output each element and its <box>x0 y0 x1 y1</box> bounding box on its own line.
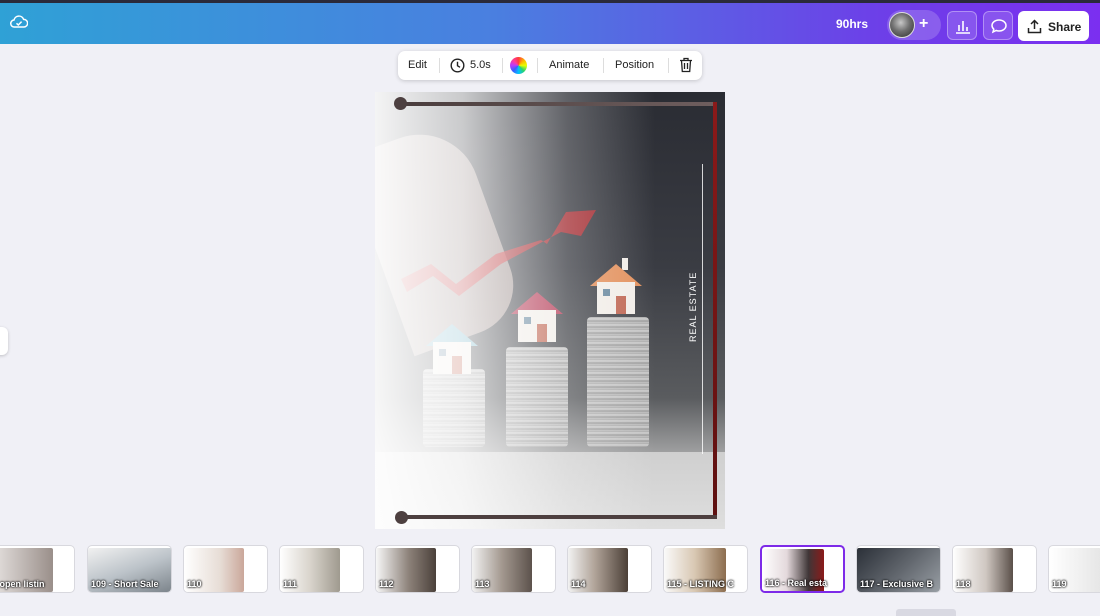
page-thumbnail-label: 112 <box>379 579 394 589</box>
page-thumbnail[interactable]: 113 <box>471 545 556 593</box>
frame-dot <box>394 97 407 110</box>
frame-dot <box>395 511 408 524</box>
page-thumbnail-label: 109 - Short Sale <box>91 579 159 589</box>
page-thumbnail-selected[interactable]: 116 - Real esta <box>760 545 845 593</box>
trash-icon[interactable] <box>679 57 693 76</box>
animate-button[interactable]: Animate <box>549 59 589 71</box>
clock-icon[interactable] <box>450 58 465 76</box>
collaborators-group[interactable]: + <box>887 10 941 40</box>
page-thumbnail-label: 117 - Exclusive B <box>860 579 934 589</box>
top-bar: 90hrs + Share <box>0 0 1100 44</box>
page-thumbnail-label: 113 <box>475 579 490 589</box>
page-thumbnail-label: 114 <box>571 579 586 589</box>
vertical-title-text[interactable]: REAL ESTATE <box>688 222 700 342</box>
page-filmstrip: - open listin 109 - Short Sale 110 111 1… <box>0 545 1100 595</box>
page-thumbnail[interactable]: 112 <box>375 545 460 593</box>
edit-button[interactable]: Edit <box>408 59 427 71</box>
color-wheel-icon[interactable] <box>510 57 527 74</box>
vertical-line <box>702 164 703 454</box>
design-page[interactable]: REAL ESTATE <box>375 92 725 529</box>
upload-icon <box>1027 19 1042 34</box>
frame-line-right <box>713 102 717 519</box>
remaining-hours-label[interactable]: 90hrs <box>836 17 868 31</box>
divider <box>603 58 604 73</box>
divider <box>439 58 440 73</box>
page-thumbnail[interactable]: 114 <box>567 545 652 593</box>
comment-button[interactable] <box>983 11 1013 40</box>
page-thumbnail-label: 116 - Real esta <box>765 578 828 588</box>
cloud-saved-icon[interactable] <box>10 13 29 31</box>
page-thumbnail-label: - open listin <box>0 579 45 589</box>
divider <box>537 58 538 73</box>
page-thumbnail-label: 110 <box>187 579 202 589</box>
white-fade-overlay <box>375 92 725 529</box>
bottom-toolbar-edge <box>896 609 956 616</box>
duration-button[interactable]: 5.0s <box>470 59 491 71</box>
frame-line-bottom <box>400 515 717 519</box>
page-thumbnail[interactable]: 119 <box>1048 545 1100 593</box>
page-thumbnail[interactable]: 109 - Short Sale <box>87 545 172 593</box>
divider <box>502 58 503 73</box>
page-thumbnail[interactable]: 117 - Exclusive B <box>856 545 941 593</box>
page-thumbnail[interactable]: 110 <box>183 545 268 593</box>
page-thumbnail[interactable]: 115 - LISTING C <box>663 545 748 593</box>
frame-line-top <box>400 102 713 106</box>
avatar[interactable] <box>889 12 915 38</box>
page-thumbnail-label: 118 <box>956 579 971 589</box>
analytics-button[interactable] <box>947 11 977 40</box>
position-button[interactable]: Position <box>615 59 654 71</box>
page-thumbnail[interactable]: 111 <box>279 545 364 593</box>
share-label: Share <box>1048 20 1082 34</box>
side-panel-handle[interactable] <box>0 327 8 355</box>
element-toolbar: Edit 5.0s Animate Position <box>398 51 702 80</box>
divider <box>668 58 669 73</box>
page-thumbnail[interactable]: - open listin <box>0 545 75 593</box>
share-button[interactable]: Share <box>1018 11 1089 41</box>
page-thumbnail[interactable]: 118 <box>952 545 1037 593</box>
plus-icon[interactable]: + <box>919 15 928 33</box>
page-thumbnail-label: 119 <box>1052 579 1067 589</box>
page-thumbnail-label: 111 <box>283 579 298 589</box>
page-thumbnail-label: 115 - LISTING C <box>667 579 735 589</box>
